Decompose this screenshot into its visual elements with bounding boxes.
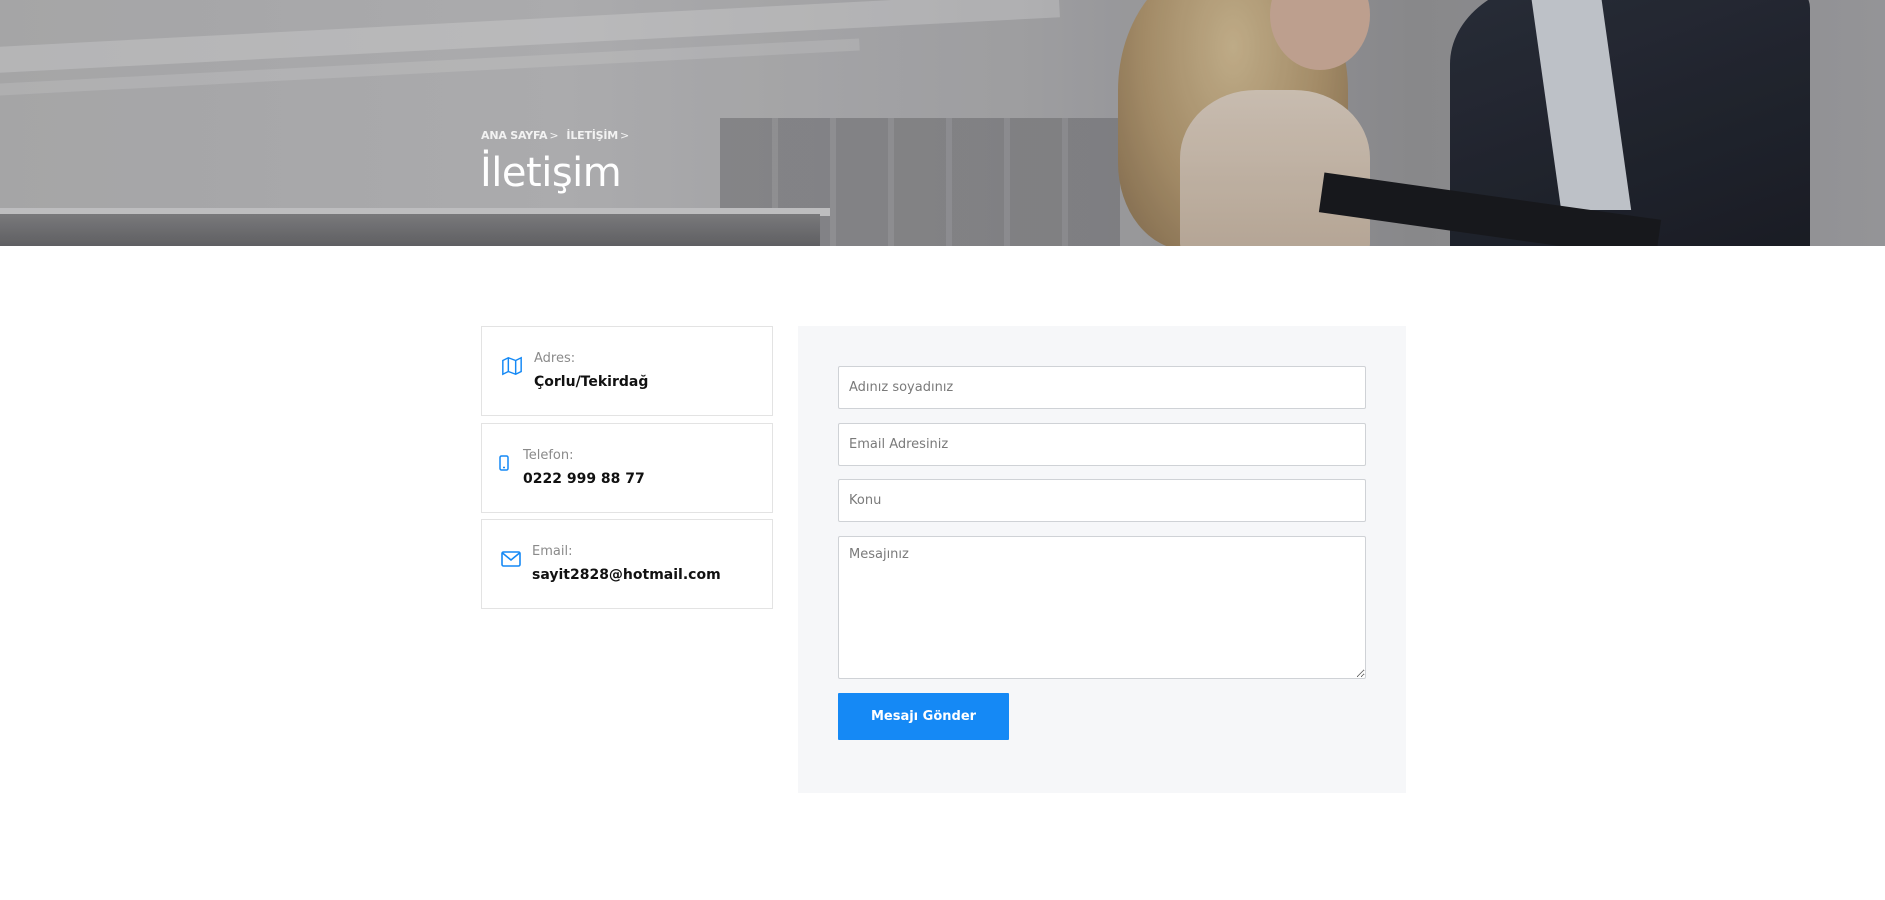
email-value[interactable]: sayit2828@hotmail.com bbox=[532, 567, 721, 583]
email-card: Email: sayit2828@hotmail.com bbox=[481, 519, 773, 609]
hero-banner bbox=[0, 0, 1885, 246]
phone-label: Telefon: bbox=[523, 448, 574, 463]
send-message-button[interactable]: Mesajı Gönder bbox=[838, 693, 1009, 740]
phone-card: Telefon: 0222 999 88 77 bbox=[481, 423, 773, 513]
breadcrumb-home[interactable]: ANA SAYFA > bbox=[481, 129, 559, 142]
message-textarea[interactable] bbox=[838, 536, 1366, 679]
name-input[interactable] bbox=[838, 366, 1366, 409]
address-value: Çorlu/Tekirdağ bbox=[534, 374, 649, 390]
mobile-phone-icon bbox=[499, 455, 509, 471]
subject-input[interactable] bbox=[838, 479, 1366, 522]
page-title: İletişim bbox=[480, 150, 622, 196]
email-input[interactable] bbox=[838, 423, 1366, 466]
breadcrumb: ANA SAYFA > İLETİŞİM > bbox=[481, 129, 629, 142]
envelope-icon bbox=[501, 551, 521, 567]
hero-overlay bbox=[0, 0, 1885, 246]
contact-form-panel: Mesajı Gönder bbox=[798, 326, 1406, 793]
address-card: Adres: Çorlu/Tekirdağ bbox=[481, 326, 773, 416]
map-icon bbox=[502, 356, 522, 376]
email-label: Email: bbox=[532, 544, 573, 559]
breadcrumb-contact[interactable]: İLETİŞİM > bbox=[566, 129, 629, 142]
address-label: Adres: bbox=[534, 351, 576, 366]
phone-value[interactable]: 0222 999 88 77 bbox=[523, 471, 645, 487]
